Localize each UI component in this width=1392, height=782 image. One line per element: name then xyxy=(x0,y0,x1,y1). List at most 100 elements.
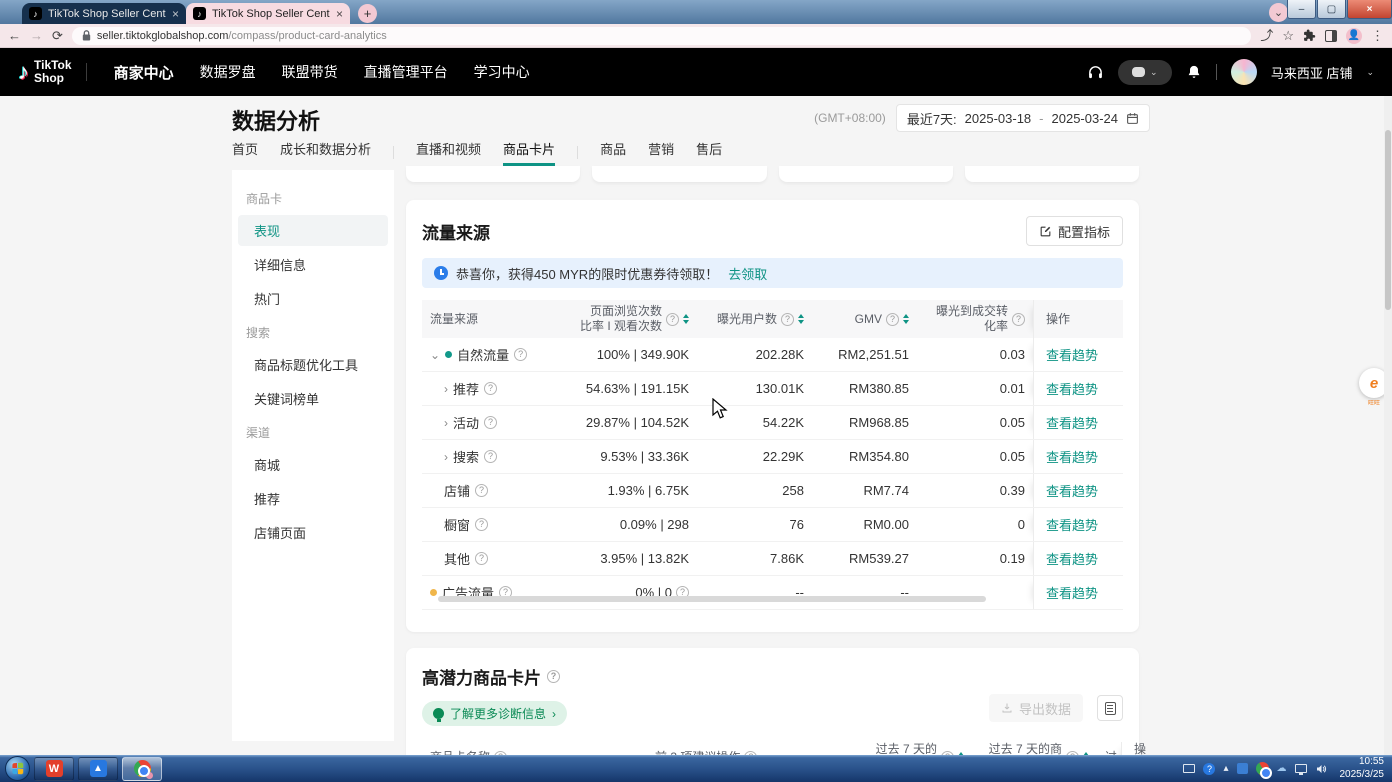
help-icon[interactable]: ? xyxy=(666,313,679,326)
expand-icon[interactable]: ⌄ xyxy=(430,349,440,361)
sort-icon[interactable] xyxy=(683,314,689,324)
start-button[interactable] xyxy=(5,756,30,781)
headset-icon[interactable] xyxy=(1087,64,1104,81)
date-range-picker[interactable]: 最近7天: 2025-03-18 - 2025-03-24 xyxy=(896,104,1150,132)
view-trend-link[interactable]: 查看趋势 xyxy=(1046,515,1098,534)
report-button[interactable] xyxy=(1097,695,1123,721)
notification-bell-icon[interactable] xyxy=(1186,64,1202,81)
sidebar-item[interactable]: 热门 xyxy=(232,282,394,315)
minimize-button[interactable]: – xyxy=(1287,0,1316,19)
help-icon[interactable]: ? xyxy=(484,416,497,429)
nav-item-affiliate[interactable]: 联盟带货 xyxy=(282,62,338,82)
bulb-icon xyxy=(433,708,444,719)
view-trend-link[interactable]: 查看趋势 xyxy=(1046,345,1098,364)
page-scrollbar-thumb[interactable] xyxy=(1385,130,1391,310)
extensions-puzzle-icon[interactable] xyxy=(1303,29,1316,42)
reload-button[interactable]: ⟳ xyxy=(52,29,63,42)
view-trend-link[interactable]: 查看趋势 xyxy=(1046,379,1098,398)
nav-item-seller-center[interactable]: 商家中心 xyxy=(114,62,174,83)
analytics-tab[interactable]: 首页 xyxy=(232,139,258,166)
sidebar-item[interactable]: 表现 xyxy=(238,215,388,246)
nav-item-learning-center[interactable]: 学习中心 xyxy=(474,62,530,82)
analytics-tab[interactable]: 营销 xyxy=(648,139,674,166)
tray-app-icon[interactable] xyxy=(1237,763,1248,774)
help-icon[interactable]: ? xyxy=(475,518,488,531)
sidebar-item[interactable]: 商品标题优化工具 xyxy=(232,348,394,381)
browser-menu-icon[interactable]: ⋮ xyxy=(1371,29,1384,42)
action-cell: 查看趋势 xyxy=(1033,440,1123,473)
tray-network-icon[interactable] xyxy=(1295,764,1307,773)
view-trend-link[interactable]: 查看趋势 xyxy=(1046,413,1098,432)
tray-cloud-icon[interactable]: ☁ xyxy=(1277,764,1287,774)
configure-metrics-button[interactable]: 配置指标 xyxy=(1026,216,1123,246)
sidebar-item[interactable]: 详细信息 xyxy=(232,248,394,281)
analytics-tab[interactable]: 售后 xyxy=(696,139,722,166)
help-icon[interactable]: ? xyxy=(886,313,899,326)
calendar-icon[interactable] xyxy=(1126,112,1139,125)
tray-window-icon[interactable] xyxy=(1183,764,1195,773)
sidebar-item[interactable]: 店铺页面 xyxy=(232,516,394,549)
helper-label: 旺旺 xyxy=(1368,398,1380,407)
taskbar-clock[interactable]: 10:55 2025/3/25 xyxy=(1340,756,1385,781)
sort-icon[interactable] xyxy=(903,314,909,324)
taskbar-app-button[interactable]: ▲ xyxy=(78,757,118,781)
bookmark-star-icon[interactable]: ☆ xyxy=(1282,29,1294,42)
chevron-down-icon[interactable]: ⌄ xyxy=(1366,67,1374,78)
help-icon[interactable]: ? xyxy=(475,552,488,565)
view-trend-link[interactable]: 查看趋势 xyxy=(1046,447,1098,466)
analytics-tab[interactable]: 直播和视频 xyxy=(416,139,481,166)
view-trend-link[interactable]: 查看趋势 xyxy=(1046,481,1098,500)
tray-chrome-icon[interactable] xyxy=(1256,762,1269,775)
analytics-tab[interactable]: 商品 xyxy=(600,139,626,166)
help-icon[interactable]: ? xyxy=(781,313,794,326)
cvr-cell: 0.03 xyxy=(917,347,1033,362)
help-icon[interactable]: ? xyxy=(1012,313,1025,326)
taskbar-wps-button[interactable]: W xyxy=(34,757,74,781)
tab-close-icon[interactable]: × xyxy=(172,7,179,21)
browser-tab-2-active[interactable]: ♪ TikTok Shop Seller Center | Cr × xyxy=(186,3,350,24)
help-icon[interactable]: ? xyxy=(514,348,527,361)
tiktok-shop-logo[interactable]: ♪ TikTokShop xyxy=(18,59,72,85)
page-scrollbar-track[interactable] xyxy=(1384,96,1392,755)
tray-show-icons-arrow[interactable]: ▴ xyxy=(1223,764,1228,774)
tray-volume-icon[interactable] xyxy=(1315,763,1328,775)
tray-help-icon[interactable]: ? xyxy=(1203,763,1215,775)
nav-item-live-manager[interactable]: 直播管理平台 xyxy=(364,62,448,82)
source-name: 自然流量 xyxy=(457,345,509,364)
expand-icon[interactable]: › xyxy=(444,451,448,463)
view-trend-link[interactable]: 查看趋势 xyxy=(1046,583,1098,602)
sidebar-item[interactable]: 推荐 xyxy=(232,482,394,515)
nav-item-data-compass[interactable]: 数据罗盘 xyxy=(200,62,256,82)
export-data-button[interactable]: 导出数据 xyxy=(989,694,1083,722)
expand-icon[interactable]: › xyxy=(444,417,448,429)
expand-icon[interactable]: › xyxy=(444,383,448,395)
help-icon[interactable]: ? xyxy=(484,382,497,395)
taskbar-chrome-button[interactable] xyxy=(122,757,162,781)
new-tab-button[interactable]: + xyxy=(358,4,377,23)
browser-tab-1[interactable]: ♪ TikTok Shop Seller Center | Cr × xyxy=(22,3,186,24)
maximize-button[interactable]: ▢ xyxy=(1317,0,1346,19)
profile-avatar[interactable]: 👤 xyxy=(1346,28,1362,44)
share-icon[interactable]: ⤴ xyxy=(1260,29,1273,42)
taskbar: W ▲ ? ▴ ☁ 10:55 2025/3/25 xyxy=(0,755,1392,782)
claim-coupon-link[interactable]: 去领取 xyxy=(728,264,767,283)
analytics-tab[interactable]: 商品卡片 xyxy=(503,139,555,166)
sort-icon[interactable] xyxy=(798,314,804,324)
forward-button[interactable]: → xyxy=(30,29,43,42)
horizontal-scrollbar-thumb[interactable] xyxy=(438,596,986,602)
close-window-button[interactable]: × xyxy=(1347,0,1392,19)
sidebar-item[interactable]: 商城 xyxy=(232,448,394,481)
help-icon[interactable]: ? xyxy=(547,670,560,683)
help-icon[interactable]: ? xyxy=(484,450,497,463)
side-panel-icon[interactable] xyxy=(1325,30,1337,42)
store-avatar[interactable] xyxy=(1231,59,1257,85)
back-button[interactable]: ← xyxy=(8,29,21,42)
sidebar-item[interactable]: 关键词榜单 xyxy=(232,382,394,415)
analytics-tab[interactable]: 成长和数据分析 xyxy=(280,139,371,166)
chat-pill-button[interactable]: ⌄ xyxy=(1118,60,1172,85)
view-trend-link[interactable]: 查看趋势 xyxy=(1046,549,1098,568)
address-bar[interactable]: seller.tiktokglobalshop.com/compass/prod… xyxy=(72,27,1251,45)
help-icon[interactable]: ? xyxy=(475,484,488,497)
diagnosis-info-link[interactable]: 了解更多诊断信息 › xyxy=(422,701,567,726)
tab-close-icon[interactable]: × xyxy=(336,7,343,21)
